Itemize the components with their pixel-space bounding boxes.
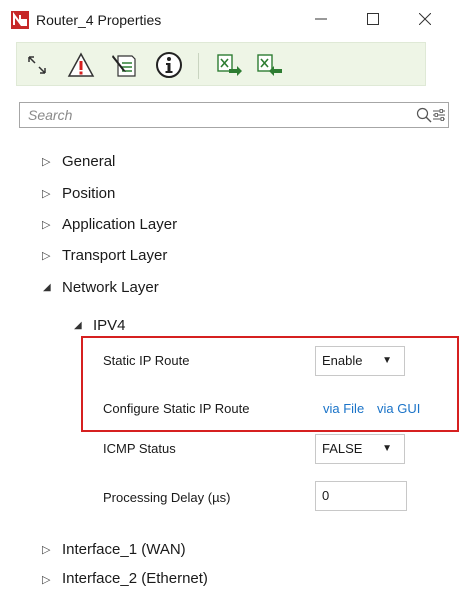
search-input[interactable]: [28, 106, 388, 124]
processing-delay-value: 0: [322, 488, 330, 503]
warning-icon: [67, 52, 95, 77]
info-button[interactable]: [153, 49, 185, 81]
tree-node-ipv4[interactable]: IPV4: [93, 316, 126, 336]
filter-settings-icon[interactable]: [432, 108, 446, 127]
search-box: [19, 102, 449, 128]
tree-node-position[interactable]: Position: [62, 184, 115, 204]
tree-node-interface-1[interactable]: Interface_1 (WAN): [62, 540, 186, 560]
processing-delay-label: Processing Delay (µs): [103, 490, 231, 505]
close-button[interactable]: [402, 0, 448, 38]
edit-notes-button[interactable]: [109, 49, 141, 81]
collapse-arrow-icon[interactable]: ◢: [43, 282, 51, 293]
icmp-status-select[interactable]: FALSE ▼: [315, 434, 405, 464]
expand-collapse-icon: [28, 56, 46, 74]
expand-arrow-icon[interactable]: ▷: [42, 543, 50, 556]
expand-arrow-icon[interactable]: ▷: [42, 218, 50, 231]
minimize-button[interactable]: [298, 0, 344, 38]
expand-collapse-button[interactable]: [21, 49, 53, 81]
icmp-status-label: ICMP Status: [103, 441, 176, 456]
toolbar: [16, 42, 426, 86]
import-excel-button[interactable]: [253, 49, 285, 81]
toolbar-separator: [198, 53, 199, 79]
maximize-button[interactable]: [350, 0, 396, 38]
tree-node-transport-layer[interactable]: Transport Layer: [62, 246, 167, 266]
dropdown-caret-icon: ▼: [382, 443, 392, 454]
tree-node-interface-2[interactable]: Interface_2 (Ethernet): [62, 569, 208, 589]
window-title: Router_4 Properties: [36, 12, 162, 28]
highlight-box: [81, 336, 459, 432]
export-excel-button[interactable]: [213, 49, 245, 81]
expand-arrow-icon[interactable]: ▷: [42, 573, 50, 586]
import-excel-icon: [257, 54, 282, 76]
expand-arrow-icon[interactable]: ▷: [42, 187, 50, 200]
collapse-arrow-icon[interactable]: ◢: [74, 320, 82, 331]
tree-node-network-layer[interactable]: Network Layer: [62, 278, 159, 298]
processing-delay-input[interactable]: 0: [315, 481, 407, 511]
tree-node-general[interactable]: General: [62, 152, 115, 172]
close-icon: [419, 13, 431, 25]
info-icon: [156, 52, 182, 78]
tree-node-application-layer[interactable]: Application Layer: [62, 215, 177, 235]
export-excel-icon: [217, 54, 242, 76]
icmp-status-value: FALSE: [322, 441, 363, 456]
search-icon[interactable]: [416, 107, 432, 128]
expand-arrow-icon[interactable]: ▷: [42, 155, 50, 168]
minimize-icon: [315, 18, 327, 20]
maximize-icon: [367, 13, 379, 25]
app-icon: [10, 10, 30, 30]
edit-notes-icon: [112, 55, 136, 77]
expand-arrow-icon[interactable]: ▷: [42, 249, 50, 262]
warning-button[interactable]: [65, 49, 97, 81]
